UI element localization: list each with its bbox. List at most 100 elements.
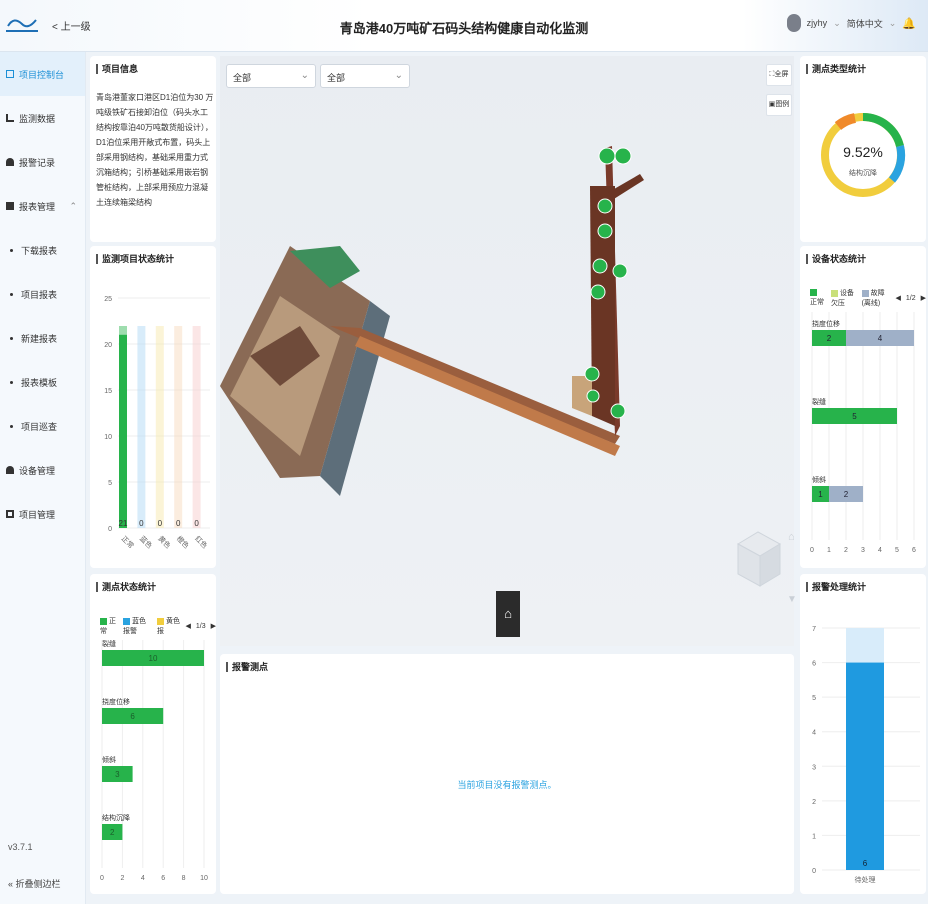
sidebar-item-label: 报表模板 — [21, 377, 58, 388]
filter-select-2[interactable]: 全部 ⌄ — [320, 64, 410, 88]
data-label: 6 — [130, 712, 135, 721]
x-tick-label: 正常 — [120, 534, 136, 550]
x-tick-label: 黄色 — [156, 534, 172, 550]
data-label: 2 — [110, 828, 115, 837]
alarm-icon — [6, 158, 14, 166]
sidebar-item-new-report[interactable]: 新建报表 — [0, 316, 85, 360]
sidebar-item-project-report[interactable]: 项目报表 — [0, 272, 85, 316]
data-label: 0 — [158, 519, 163, 528]
project-status-panel: 监测项目状态统计 0 5 10 15 20 25 21 正常 0 蓝色 0 黄色 0 橙色 0 红色 — [90, 246, 216, 568]
x-tick-label: 8 — [182, 875, 186, 882]
filter-select-1[interactable]: 全部 ⌄ — [226, 64, 316, 88]
version-label: v3.7.1 — [8, 842, 33, 852]
device-status-panel: 设备状态统计 正常 设备欠压 故障(离线) ◀ 1/2 ▶ 0 1 2 3 4 5 6 挠度位… — [800, 246, 926, 568]
chevron-down-icon[interactable]: ⌄ — [833, 18, 841, 29]
sidebar-item-device[interactable]: 设备管理 — [0, 448, 85, 492]
device-icon — [6, 466, 14, 474]
x-tick-label: 0 — [100, 875, 104, 882]
sidebar-item-project[interactable]: 项目管理 — [0, 492, 85, 536]
x-tick-label: 5 — [895, 547, 899, 554]
y-tick-label: 0 — [108, 526, 112, 533]
data-label: 0 — [139, 519, 144, 528]
next-page-icon[interactable]: ▶ — [211, 622, 216, 630]
x-tick-label: 1 — [827, 547, 831, 554]
sidebar-item-inspection[interactable]: 项目巡查 — [0, 404, 85, 448]
category-label: 挠度位移 — [102, 697, 130, 706]
x-tick-label: 2 — [120, 875, 124, 882]
legend-button[interactable]: ▣图例 — [766, 94, 792, 116]
legend-page: 1/2 — [905, 294, 916, 302]
project-info-panel: 项目信息 青岛港董家口港区D1泊位为30 万吨级铁矿石接卸泊位（码头水工结构按靠… — [90, 56, 216, 242]
sidebar-item-download-report[interactable]: 下载报表 — [0, 228, 85, 272]
sidebar-item-data[interactable]: 监测数据 — [0, 96, 85, 140]
panel-title: 报警测点 — [226, 662, 268, 672]
fullscreen-button[interactable]: ⛶全屏 — [766, 64, 792, 86]
x-tick-label: 蓝色 — [138, 534, 154, 550]
prev-page-icon[interactable]: ◀ — [186, 622, 191, 630]
sidebar-item-label: 报警记录 — [19, 157, 56, 168]
home-icon: ⌂ — [504, 606, 512, 621]
sidebar-item-label: 设备管理 — [19, 465, 56, 476]
sidebar-item-label: 下载报表 — [21, 245, 58, 256]
data-label: 2 — [844, 490, 849, 499]
y-tick-label: 20 — [104, 342, 112, 349]
point-type-panel: 测点类型统计 9.52% 结构沉降 — [800, 56, 926, 242]
x-tick-label: 6 — [912, 547, 916, 554]
y-tick-label: 15 — [104, 388, 112, 395]
panel-title: 测点类型统计 — [806, 64, 866, 74]
x-tick-label: 待处理 — [855, 875, 876, 884]
view-cube-icon[interactable]: ⌂ ▼ — [728, 524, 798, 604]
alarm-empty-message: 当前项目没有报警测点。 — [457, 780, 557, 790]
prev-page-icon[interactable]: ◀ — [895, 294, 900, 302]
x-tick-label: 6 — [161, 875, 165, 882]
x-tick-label: 2 — [844, 547, 848, 554]
avatar[interactable] — [786, 14, 801, 32]
username[interactable]: zjyhy — [807, 18, 828, 28]
console-icon — [6, 70, 14, 78]
bell-icon[interactable]: 🔔 — [902, 17, 916, 30]
bar-background — [174, 326, 183, 528]
donut-percent: 9.52% — [843, 144, 883, 160]
sidebar-item-report[interactable]: 报表管理 ⌃ — [0, 184, 85, 228]
data-label: 2 — [827, 334, 832, 343]
chevron-down-icon: ⌄ — [300, 70, 309, 81]
sidebar-item-alarm[interactable]: 报警记录 — [0, 140, 85, 184]
sidebar-item-report-template[interactable]: 报表模板 — [0, 360, 85, 404]
sidebar-item-label: 监测数据 — [19, 113, 56, 124]
y-tick-label: 5 — [812, 695, 816, 702]
chevron-down-icon[interactable]: ⌄ — [889, 18, 897, 29]
sidebar-item-console[interactable]: 项目控制台 — [0, 52, 85, 96]
bar-background — [192, 326, 201, 528]
next-page-icon[interactable]: ▶ — [921, 294, 926, 302]
data-label: 10 — [149, 654, 158, 663]
panel-title: 测点状态统计 — [96, 582, 156, 592]
project-icon — [6, 510, 14, 518]
sidebar-item-label: 报表管理 — [19, 201, 56, 212]
bar — [846, 662, 884, 870]
sidebar-item-label: 项目管理 — [19, 509, 56, 520]
category-label: 倾斜 — [812, 475, 826, 484]
point-type-donut — [821, 112, 906, 197]
y-tick-label: 10 — [104, 434, 112, 441]
y-tick-label: 4 — [812, 730, 816, 737]
data-label: 5 — [852, 412, 857, 421]
data-label: 1 — [818, 490, 823, 499]
home-view-button[interactable]: ⌂ — [496, 591, 520, 637]
language-select[interactable]: 简体中文 — [847, 17, 883, 30]
panel-title: 监测项目状态统计 — [96, 254, 174, 264]
sidebar: 项目控制台 监测数据 报警记录 报表管理 ⌃ 下载报表 项目报表 新建报表 报表… — [0, 52, 86, 904]
data-label: 6 — [863, 859, 868, 868]
header: < 上一级 青岛港40万吨矿石码头结构健康自动化监测 zjyhy ⌄ 简体中文 … — [0, 0, 928, 52]
category-label: 结构沉降 — [102, 813, 130, 822]
user-area: zjyhy ⌄ 简体中文 ⌄ 🔔 — [786, 14, 916, 32]
chevron-up-icon: ⌃ — [69, 200, 77, 211]
alarm-points-panel: 报警测点 — [220, 654, 794, 894]
x-tick-label: 0 — [810, 547, 814, 554]
chevron-down-icon: ⌄ — [394, 70, 403, 81]
bar-background — [137, 326, 146, 528]
scene-3d-viewport[interactable]: 全部 ⌄ 全部 ⌄ ⛶全屏 ▣图例 ⌂ ▼ — [220, 56, 797, 646]
collapse-sidebar-button[interactable]: « 折叠侧边栏 — [8, 877, 61, 890]
y-tick-label: 0 — [812, 868, 816, 875]
donut-label: 结构沉降 — [849, 170, 877, 177]
y-tick-label: 1 — [812, 833, 816, 840]
